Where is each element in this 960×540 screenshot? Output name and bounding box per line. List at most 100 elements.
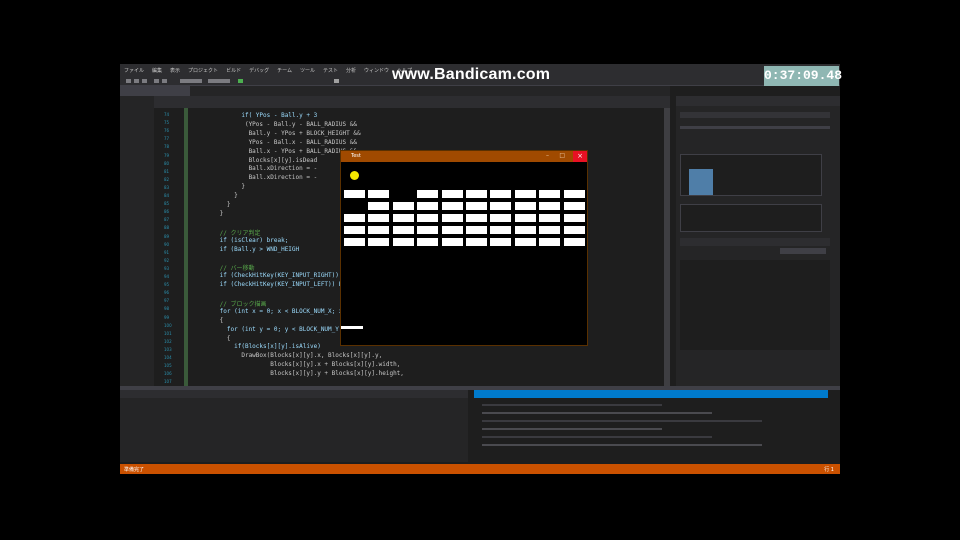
line-number: 83 bbox=[164, 184, 170, 190]
pause-icon[interactable] bbox=[334, 79, 339, 83]
brick bbox=[441, 214, 463, 222]
line-number: 90 bbox=[164, 241, 170, 247]
brick bbox=[417, 226, 439, 234]
brick bbox=[490, 214, 512, 222]
new-file-icon[interactable] bbox=[126, 79, 131, 83]
brick bbox=[466, 214, 487, 222]
code-line: if( YPos - Ball.y + 3 bbox=[198, 112, 318, 119]
diagnostic-tabs[interactable] bbox=[680, 238, 830, 246]
code-line: Blocks[x][y].isDead bbox=[198, 156, 318, 164]
brick bbox=[539, 214, 561, 222]
line-number: 92 bbox=[164, 257, 170, 263]
code-line: if(Blocks[x][y].isAlive) bbox=[198, 343, 321, 351]
brick bbox=[417, 238, 439, 246]
editor-navigation-bar[interactable] bbox=[154, 96, 670, 108]
brick bbox=[563, 202, 585, 210]
brick bbox=[514, 214, 536, 222]
menu-item[interactable]: ウィンドウ bbox=[364, 67, 389, 74]
menu-item[interactable]: テスト bbox=[323, 67, 338, 74]
code-line: for (int x = 0; x < BLOCK_NUM_X; x++ bbox=[198, 307, 350, 315]
undo-icon[interactable] bbox=[154, 79, 159, 83]
output-line bbox=[482, 404, 662, 406]
line-number: 86 bbox=[164, 209, 170, 215]
menu-item[interactable]: 分析 bbox=[346, 67, 356, 74]
line-number: 81 bbox=[164, 168, 170, 174]
code-line: YPos - Ball.x - BALL_RADIUS && bbox=[198, 138, 357, 146]
game-window-titlebar[interactable]: Test – □ × bbox=[341, 151, 587, 162]
menu-item[interactable]: ツール bbox=[300, 67, 315, 74]
start-debug-icon[interactable] bbox=[238, 79, 243, 83]
panel-splitter[interactable] bbox=[120, 386, 840, 390]
config-dropdown[interactable] bbox=[180, 79, 202, 83]
line-number: 96 bbox=[164, 290, 170, 296]
editor-vertical-scrollbar[interactable] bbox=[664, 108, 670, 386]
menu-item[interactable]: ファイル bbox=[124, 67, 144, 74]
brick bbox=[368, 202, 390, 210]
code-line: Ball.xDirection = - bbox=[198, 174, 318, 182]
menu-item[interactable]: プロジェクト bbox=[188, 67, 218, 74]
brick bbox=[368, 226, 390, 234]
code-line: } bbox=[198, 192, 238, 200]
line-number: 88 bbox=[164, 225, 170, 231]
cpu-graph bbox=[680, 204, 822, 232]
maximize-icon[interactable]: □ bbox=[559, 152, 565, 159]
minimize-icon[interactable]: – bbox=[546, 152, 549, 159]
brick bbox=[441, 202, 463, 210]
menu-item[interactable]: デバッグ bbox=[249, 67, 269, 74]
brick bbox=[514, 202, 536, 210]
paddle bbox=[341, 326, 363, 329]
menu-item[interactable]: 表示 bbox=[170, 67, 180, 74]
memory-graph-fill bbox=[689, 169, 713, 195]
game-window-title: Test bbox=[351, 153, 361, 159]
status-bar: 準備完了 行 1 bbox=[120, 464, 840, 474]
platform-dropdown[interactable] bbox=[208, 79, 230, 83]
code-line: if (CheckHitKey(KEY_INPUT_LEFT)) Bar bbox=[198, 281, 350, 289]
menu-item[interactable]: チーム bbox=[277, 67, 292, 74]
brick bbox=[344, 226, 365, 234]
take-snapshot-button[interactable] bbox=[780, 248, 826, 254]
code-line: for (int y = 0; y < BLOCK_NUM_Y bbox=[198, 325, 339, 333]
code-line: if (CheckHitKey(KEY_INPUT_RIGHT)) Bar bbox=[198, 272, 354, 280]
status-right: 行 1 bbox=[824, 467, 834, 473]
brick bbox=[539, 238, 561, 246]
recorder-watermark: www.Bandicam.com bbox=[392, 66, 551, 83]
line-number: 79 bbox=[164, 152, 170, 158]
code-line: Blocks[x][y].y + Blocks[x][y].height, bbox=[198, 370, 404, 378]
brick bbox=[417, 214, 439, 222]
line-number: 102 bbox=[164, 338, 172, 344]
brick bbox=[563, 190, 585, 198]
code-line: Ball.xDirection = - bbox=[198, 165, 318, 173]
line-number: 78 bbox=[164, 144, 170, 150]
output-line bbox=[482, 428, 662, 430]
output-window bbox=[474, 390, 828, 462]
code-line: // バー移動 bbox=[198, 265, 255, 273]
brick bbox=[466, 238, 487, 246]
redo-icon[interactable] bbox=[162, 79, 167, 83]
line-number: 100 bbox=[164, 322, 172, 328]
line-number-gutter: 74 75 76 77 78 79 80 81 82 83 84 85 86 87 88 89 90 91 92 93… bbox=[154, 108, 194, 386]
menu-item[interactable]: ビルド bbox=[226, 67, 241, 74]
brick bbox=[392, 202, 414, 210]
code-line: } bbox=[198, 183, 245, 191]
line-number: 74 bbox=[164, 112, 170, 117]
code-line: { bbox=[198, 316, 224, 324]
line-number: 85 bbox=[164, 201, 170, 207]
tab-source[interactable] bbox=[120, 86, 190, 96]
brick bbox=[344, 214, 365, 222]
code-line: Blocks[x][y].x + Blocks[x][y].width, bbox=[198, 361, 401, 369]
line-number: 104 bbox=[164, 355, 172, 360]
close-icon[interactable]: × bbox=[573, 151, 587, 162]
brick bbox=[344, 238, 365, 246]
code-line: // クリア判定 bbox=[198, 229, 261, 237]
brick bbox=[368, 214, 390, 222]
line-number: 94 bbox=[164, 274, 170, 279]
document-tab-row bbox=[120, 86, 670, 96]
open-icon[interactable] bbox=[134, 79, 139, 83]
line-number: 107 bbox=[164, 379, 172, 385]
game-window[interactable]: Test – □ × bbox=[340, 150, 588, 346]
menu-item[interactable]: 編集 bbox=[152, 67, 162, 74]
save-icon[interactable] bbox=[142, 79, 147, 83]
brick bbox=[392, 238, 414, 246]
session-timeline[interactable] bbox=[680, 112, 830, 118]
brick bbox=[563, 238, 585, 246]
